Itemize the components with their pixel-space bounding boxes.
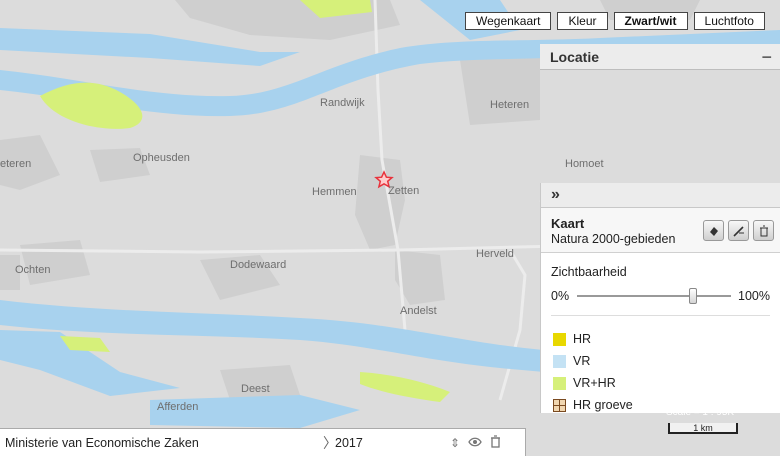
legend-swatch bbox=[553, 376, 566, 390]
organization-label: Ministerie van Economische Zaken bbox=[5, 435, 199, 450]
maptype-kleur-button[interactable]: Kleur bbox=[557, 12, 608, 30]
trash-icon[interactable] bbox=[485, 434, 505, 451]
legend-item: VR bbox=[553, 350, 780, 372]
year-label: 2017 bbox=[335, 435, 363, 450]
scale-bar: 1 km bbox=[668, 423, 738, 434]
up-down-arrows-icon[interactable]: ⇕ bbox=[445, 436, 465, 450]
slider-thumb[interactable] bbox=[688, 288, 697, 304]
layer-panel: » Kaart Natura 2000-gebieden Zichtbaarhe… bbox=[540, 183, 780, 413]
legend-item: VR+HR bbox=[553, 372, 780, 394]
place-label: Deest bbox=[241, 383, 270, 395]
slider-track[interactable] bbox=[577, 295, 731, 297]
layer-card: Kaart Natura 2000-gebieden bbox=[541, 208, 780, 253]
legend-label: VR bbox=[573, 354, 591, 368]
location-panel-title: Locatie bbox=[550, 48, 600, 65]
legend-label: HR groeve bbox=[573, 398, 633, 412]
maptype-zwartwit-button[interactable]: Zwart/wit bbox=[613, 12, 688, 30]
legend-swatch bbox=[553, 332, 566, 346]
collapse-icon[interactable]: − bbox=[761, 48, 772, 66]
place-label: Andelst bbox=[400, 305, 437, 317]
place-label: Ochten bbox=[15, 264, 51, 276]
legend-label: VR+HR bbox=[573, 376, 616, 390]
divider bbox=[551, 315, 770, 316]
visibility-label: Zichtbaarheid bbox=[551, 265, 627, 279]
place-label: Randwijk bbox=[320, 97, 365, 109]
legend-swatch bbox=[553, 354, 566, 368]
place-label: Heteren bbox=[490, 99, 530, 111]
place-label: Homoet bbox=[565, 158, 604, 170]
legend: HR VR VR+HR HR groeve bbox=[541, 328, 780, 416]
legend-swatch bbox=[553, 398, 566, 412]
place-label: Opheusden bbox=[133, 152, 190, 164]
trash-icon[interactable] bbox=[753, 220, 774, 241]
maptype-wegenkaart-button[interactable]: Wegenkaart bbox=[465, 12, 552, 30]
visibility-max-label: 100% bbox=[738, 289, 770, 303]
layer-tools bbox=[703, 220, 774, 241]
eraser-icon[interactable] bbox=[703, 220, 724, 241]
double-chevron-right-icon[interactable]: » bbox=[551, 186, 560, 204]
place-label: Dodewaard bbox=[230, 259, 287, 271]
scale-text: Scale = 1 : 95K bbox=[666, 407, 735, 418]
legend-label: HR bbox=[573, 332, 592, 346]
visibility-min-label: 0% bbox=[551, 289, 570, 303]
place-label: Afferden bbox=[157, 401, 199, 413]
layer-panel-expand-bar: » bbox=[541, 183, 780, 208]
place-label: Herveld bbox=[476, 248, 514, 260]
wand-icon[interactable] bbox=[728, 220, 749, 241]
place-label: eteren bbox=[0, 158, 32, 170]
map-type-switcher: Wegenkaart Kleur Zwart/wit Luchtfoto bbox=[465, 12, 765, 30]
chevron-right-icon[interactable]: 〉 bbox=[323, 433, 337, 453]
location-panel-header[interactable]: Locatie − bbox=[540, 44, 780, 70]
visibility-slider[interactable]: 0% 100% bbox=[551, 285, 780, 309]
maptype-luchtfoto-button[interactable]: Luchtfoto bbox=[693, 12, 765, 30]
place-label: Hemmen bbox=[312, 186, 357, 198]
eye-icon[interactable] bbox=[465, 436, 485, 450]
legend-item: HR bbox=[553, 328, 780, 350]
place-label: Zetten bbox=[388, 185, 420, 197]
attribution-bar: Ministerie van Economische Zaken 〉 2017 … bbox=[0, 428, 526, 456]
